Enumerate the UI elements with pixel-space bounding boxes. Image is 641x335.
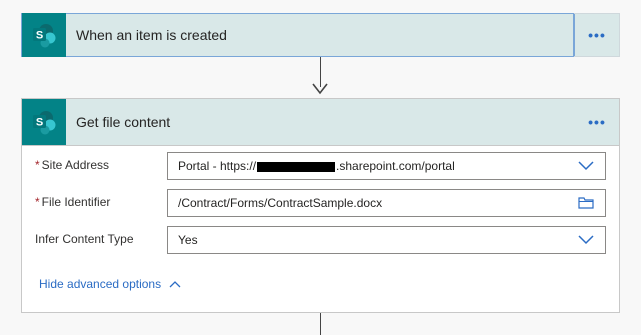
chevron-down-icon[interactable]	[567, 161, 605, 171]
required-mark: *	[35, 195, 40, 209]
trigger-more-options-button[interactable]: •••	[574, 14, 619, 56]
svg-text:S: S	[36, 117, 43, 129]
site-address-dropdown[interactable]: Portal - https://.sharepoint.com/portal	[167, 152, 606, 180]
action-card: S Get file content ••• * Site Address Por…	[21, 98, 620, 313]
connector-arrow-icon	[312, 83, 328, 95]
sharepoint-icon: S	[22, 13, 66, 57]
action-title: Get file content	[76, 114, 171, 130]
trigger-header[interactable]: S When an item is created	[21, 13, 574, 57]
required-mark: *	[35, 158, 40, 172]
sharepoint-icon: S	[22, 99, 66, 145]
site-address-value: Portal - https://.sharepoint.com/portal	[178, 159, 455, 173]
file-identifier-value: /Contract/Forms/ContractSample.docx	[178, 196, 383, 210]
action-more-options-button[interactable]: •••	[575, 99, 619, 145]
chevron-up-icon	[169, 281, 181, 288]
trigger-title: When an item is created	[76, 27, 227, 43]
action-header[interactable]: S Get file content •••	[22, 99, 619, 146]
site-address-row: * Site Address Portal - https://.sharepoi…	[22, 152, 619, 180]
file-identifier-row: * File Identifier /Contract/Forms/Contrac…	[22, 189, 619, 217]
infer-content-type-label: Infer Content Type	[35, 232, 134, 246]
site-address-label: * Site Address	[35, 158, 110, 172]
folder-icon[interactable]	[567, 197, 605, 209]
connector-line-bottom	[320, 313, 321, 335]
redaction-bar	[257, 161, 336, 172]
file-identifier-input[interactable]: /Contract/Forms/ContractSample.docx	[167, 189, 606, 217]
hide-advanced-options-link[interactable]: Hide advanced options	[39, 277, 181, 291]
infer-content-type-dropdown[interactable]: Yes	[167, 226, 606, 254]
chevron-down-icon[interactable]	[567, 235, 605, 245]
trigger-card[interactable]: S When an item is created •••	[21, 13, 620, 57]
svg-text:S: S	[36, 30, 43, 42]
file-identifier-label: * File Identifier	[35, 195, 111, 209]
infer-content-type-row: Infer Content Type Yes	[22, 226, 619, 254]
infer-content-type-value: Yes	[178, 233, 198, 247]
